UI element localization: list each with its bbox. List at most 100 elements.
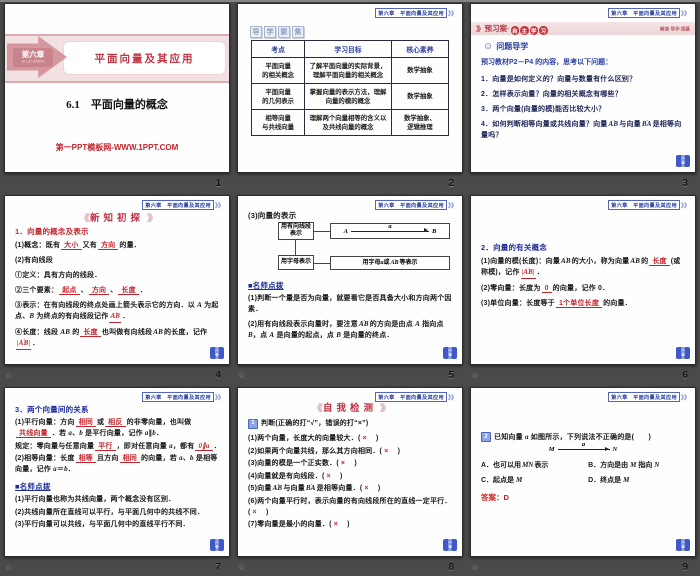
- text-segment: ＝: [56, 466, 65, 473]
- slide-cell-5: 第六章 平面向量及其应用 》》 (3)向量的表示 用有向线段表示 A a B 用…: [233, 192, 466, 384]
- chevron-icon: 》》: [447, 395, 457, 402]
- slide-cell-9: 第六章 平面向量及其应用 》》 2 已知向量 a 如图所示，下列说法不正确的是(…: [466, 384, 700, 576]
- text-segment: (2)共线向量所在直线可以平行，与平面几何中的共线不同．: [15, 508, 205, 516]
- slide-thumbnail-3[interactable]: 第六章 平面向量及其应用 》》 》》 预习案· 自主学习 解读·导学·固基 ☺ …: [470, 3, 696, 173]
- slide-thumbnail-5[interactable]: 第六章 平面向量及其应用 》》 (3)向量的表示 用有向线段表示 A a B 用…: [237, 195, 463, 365]
- chevron-icon: 》》: [214, 395, 224, 402]
- slide-thumbnail-1[interactable]: 平面向量及其应用 第六章 DI LIU ZHANG 6.1 平面向量的概念 第一…: [4, 3, 230, 173]
- text-segment: 1．向量是如何定义的？向量与数量有什么区别？: [481, 76, 637, 83]
- badge-line: 导引: [215, 545, 219, 551]
- topic-title: 3．两个向量间的关系: [15, 405, 89, 414]
- text-line: ②三个要素： 起点、方向、长度．: [15, 285, 221, 296]
- text-segment: ，都有: [172, 442, 195, 450]
- text-line: (2)共线向量所在直线可以平行，与平面几何中的共线不同．: [15, 507, 221, 518]
- text-segment: 也叫做有向线段: [101, 329, 153, 336]
- quiz-intro-row: 1 判断(正确的打“√”，错误的打“×”): [248, 418, 454, 429]
- text-segment: (2)相等向量：长度: [15, 455, 75, 462]
- text-segment: (2)用有向线段表示向量时，要注意: [248, 321, 358, 328]
- lesson-title: 6.1 平面向量的概念: [66, 99, 168, 111]
- nav-badge: 栏目 导引: [443, 347, 457, 359]
- text-segment: 的大小，称为向量: [571, 258, 630, 265]
- slide-number: 1: [215, 178, 221, 189]
- text-segment: D．终点是: [588, 477, 624, 484]
- text-line: (2)用有向线段表示向量时，要注意AB的方向是由点 A 指向点 B，点 A 是向…: [248, 319, 454, 341]
- watermark-text: 第一PPT模板网-WWW.1PPT.COM: [55, 143, 179, 152]
- options-grid: A．也可以用MN表示 B．方向是由 M 指向 N C．起点是 M D．终点是 M: [481, 460, 687, 486]
- flow-connector: [314, 231, 330, 232]
- corner-star-icon: ☆: [5, 563, 13, 572]
- text-segment: (3)平行向量可以共线，与平面几何中的直线平行不同．: [15, 521, 190, 528]
- slide-thumbnail-9[interactable]: 第六章 平面向量及其应用 》》 2 已知向量 a 如图所示，下列说法不正确的是(…: [470, 387, 696, 557]
- table-cell: 了解平面向量的实际背景， 理解平面向量的相关概念: [304, 57, 392, 84]
- text-segment: AB: [109, 311, 122, 323]
- text-segment: ②三个要素：: [15, 287, 59, 294]
- text-segment: 与向量: [283, 485, 305, 492]
- text-segment: (1)判断一个量是否为向量，就要看它是否具备大小和方向两个因素．: [248, 295, 452, 313]
- flow-connector: [295, 240, 296, 255]
- chevron-icon: 》》: [680, 11, 690, 18]
- text-segment: ，即对任意向量: [116, 442, 170, 450]
- nav-badge: 栏目 导引: [443, 539, 457, 551]
- slide-number: 4: [215, 370, 221, 381]
- text-segment: (3)单位向量：长度等于: [481, 300, 555, 307]
- text-segment: 相同: [75, 419, 96, 427]
- text-segment: 的向量，若: [140, 455, 180, 462]
- slide-cell-7: 第六章 平面向量及其应用 》》 3．两个向量间的关系 (1)平行向量：方向 相同或…: [0, 384, 233, 576]
- chapter-header-chip: 第六章 平面向量及其应用 》》: [375, 200, 457, 210]
- chapter-title-box: 平面向量及其应用: [63, 41, 226, 75]
- text-segment: ×: [362, 435, 367, 442]
- text-line: (1)两个向量，长度大的向量较大．(× ): [248, 433, 454, 444]
- band-chevron-icon: 》》: [476, 25, 484, 33]
- text-segment: ．: [213, 442, 221, 450]
- text-segment: 长度: [649, 258, 670, 266]
- option-a: A．也可以用MN表示: [481, 460, 588, 471]
- chapter-header-text: 第六章 平面向量及其应用: [608, 200, 680, 210]
- slide-thumbnail-6[interactable]: 第六章 平面向量及其应用 》》 2．向量的有关概念 (1)向量的模(长度)：向量…: [470, 195, 696, 365]
- text-segment: N: [654, 461, 660, 469]
- text-line: 1．向量是如何定义的？向量与数量有什么区别？: [481, 74, 687, 85]
- text-segment: (1)概念：既有: [15, 242, 61, 249]
- text-segment: ×: [364, 485, 369, 492]
- char-box: 习: [539, 26, 548, 35]
- text-segment: ×: [252, 508, 257, 516]
- text-segment: (2)有向线段: [15, 257, 53, 264]
- slide-thumbnail-7[interactable]: 第六章 平面向量及其应用 》》 3．两个向量间的关系 (1)平行向量：方向 相同或…: [4, 387, 230, 557]
- slide-number: 9: [682, 562, 688, 573]
- text-segment: 的向量．: [603, 300, 632, 307]
- table-cell: 数学抽象: [390, 57, 450, 84]
- nav-badge: 栏目 导引: [210, 539, 224, 551]
- nav-badge-text: 栏目 导引: [214, 539, 221, 551]
- flow-box-letter-representation: 用字母表示: [278, 255, 314, 270]
- deco-title: 自我检测: [322, 403, 377, 414]
- text-segment: ): [332, 472, 343, 480]
- slide-number: 5: [448, 370, 454, 381]
- slide-thumbnail-4[interactable]: 第六章 平面向量及其应用 》》 《《 新知初探 》》 1．向量的概念及表示 (1…: [4, 195, 230, 365]
- table-cell: 数学抽象: [390, 83, 450, 110]
- text-segment: (7)零向量是最小的向量．(: [248, 521, 332, 528]
- slide-thumbnail-8[interactable]: 第六章 平面向量及其应用 》》 《《 自我检测 》》 1 判断(正确的打“√”，…: [237, 387, 463, 557]
- section-band: 》》 预习案· 自主学习 解读·导学·固基: [471, 22, 695, 35]
- text-segment: ): [339, 521, 350, 528]
- text-segment: AB: [629, 256, 641, 267]
- text-line: (3)单位向量：长度等于 1个单位长度 的向量．: [481, 298, 687, 309]
- text-segment: |AB|: [520, 267, 536, 279]
- text-segment: ．: [155, 430, 164, 437]
- table-cell: 数学抽象、 逻辑推理: [390, 109, 450, 136]
- slide-thumbnail-2[interactable]: 第六章 平面向量及其应用 》》 导学聚焦 考点 学习目标 核心素养 平面向量 的相关概…: [237, 3, 463, 173]
- text-segment: 且方向: [96, 455, 119, 462]
- quiz-intro: 判断(正确的打“√”，错误的打“×”): [261, 420, 369, 427]
- text-segment: 共线向量: [16, 430, 51, 438]
- badge-line: 导引: [681, 161, 685, 167]
- topic-heading: (3)向量的表示: [248, 211, 297, 220]
- text-segment: 的量．: [119, 242, 141, 249]
- text-segment: (5)向量: [248, 485, 272, 492]
- content-lines: (1)概念：既有 大小 又有 方向 的量． (2)有向线段 ①定义：具有方向的线段． ②三个要…: [15, 240, 221, 354]
- badge-line: 导引: [448, 545, 452, 551]
- text-segment: 规定：零向量与任意向量: [15, 442, 95, 450]
- badge-line: 导引: [681, 545, 685, 551]
- nav-badge-text: 栏目 导引: [447, 347, 454, 359]
- text-segment: 大小: [61, 242, 82, 250]
- chapter-number: 第六章: [21, 49, 45, 59]
- text-segment: 方向: [88, 287, 110, 295]
- band-circle-chars: 自主学习: [510, 20, 548, 38]
